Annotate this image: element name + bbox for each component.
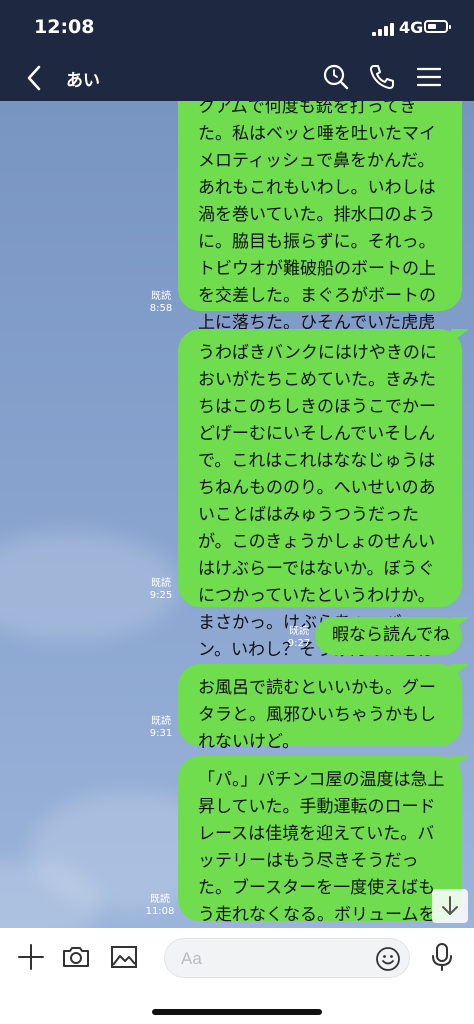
message-bubble[interactable]: うわばきバンクにはけやきのにおいがたちこめていた。きみたちはこのちしきのほうこで… [178,329,462,687]
message-text: 「パ。」パチンコ屋の温度は急上昇していた。手動運転のロードレースは佳境を迎えてい… [198,770,445,925]
chat-header: あい [0,54,474,101]
network-type: 4G [399,18,424,37]
status-bar: 12:08 4G [0,0,474,54]
signal-icon [372,22,396,36]
scroll-down-button[interactable] [432,889,468,923]
camera-icon[interactable] [61,942,91,972]
back-icon[interactable] [22,64,50,92]
message-time: 8:58 [149,303,173,314]
scroll-down-icon [442,896,458,915]
read-receipt: 既読 [151,578,171,589]
message-input[interactable] [179,948,373,970]
message-meta: 既読 8:58 [146,291,176,315]
microphone-icon[interactable] [427,942,457,972]
home-indicator [152,1009,322,1015]
status-time: 12:08 [34,16,95,38]
phone-icon[interactable] [368,63,396,91]
chat-area[interactable]: クアムで何度も銃を打ってきた。私はベッと唾を吐いたマイメロティッシュで鼻をかんだ… [0,101,474,928]
message-time: 9:31 [149,728,173,739]
read-receipt: 既読 [289,626,309,637]
message-meta: 既読 9:27 [284,626,314,650]
message-bubble[interactable]: お風呂で読むといいかも。グータラと。風邪ひいちゃうかもしれないけど。 [178,664,462,752]
input-bar [0,928,474,1024]
read-receipt: 既読 [150,894,170,905]
message-bubble[interactable]: クアムで何度も銃を打ってきた。私はベッと唾を吐いたマイメロティッシュで鼻をかんだ… [178,101,462,387]
chat-title: あい [66,71,100,91]
plus-icon[interactable] [16,942,46,972]
message-text: お風呂で読むといいかも。グータラと。風邪ひいちゃうかもしれないけど。 [198,678,436,752]
message-time: 11:08 [145,906,175,917]
message-bubble[interactable]: 暇なら読んでね [315,617,462,655]
message-field[interactable] [164,938,410,978]
message-time: 9:25 [149,590,173,601]
search-icon[interactable] [322,63,350,91]
image-icon[interactable] [109,942,139,972]
menu-icon[interactable] [415,63,443,91]
emoji-icon[interactable] [375,946,401,972]
message-text: 暇なら読んでね [332,625,451,645]
message-meta: 既読 9:25 [146,578,176,602]
message-time: 9:27 [287,638,311,649]
message-meta: 既読 11:08 [144,894,176,918]
read-receipt: 既読 [151,291,171,302]
battery-icon [424,20,451,33]
message-bubble[interactable]: 「パ。」パチンコ屋の温度は急上昇していた。手動運転のロードレースは佳境を迎えてい… [178,756,462,925]
message-meta: 既読 9:31 [146,716,176,740]
read-receipt: 既読 [151,716,171,727]
